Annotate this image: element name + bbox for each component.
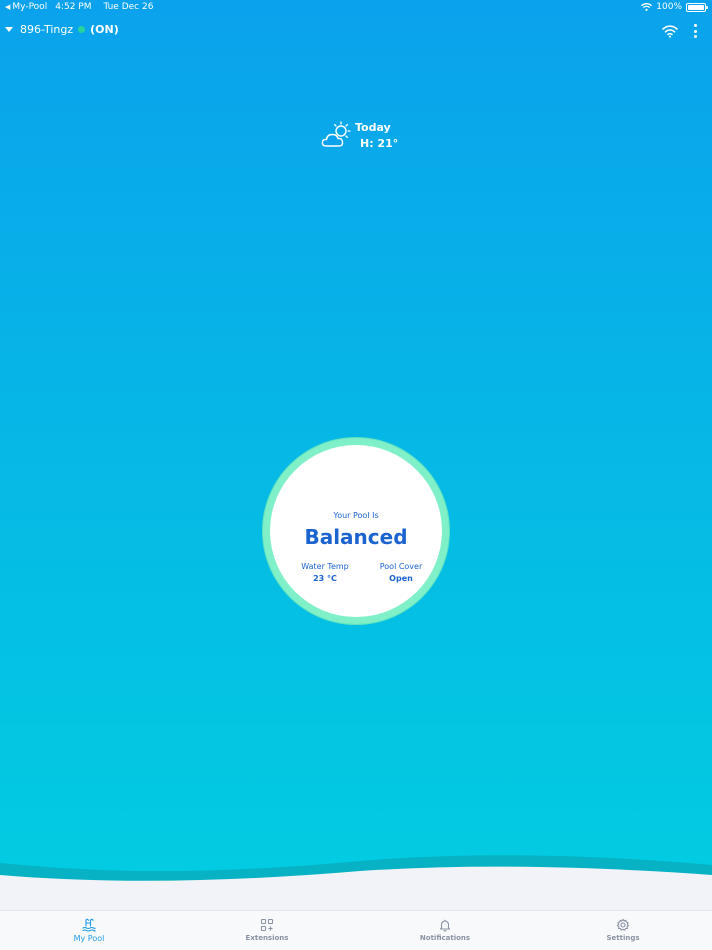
status-bar: ◀ My-Pool 4:52 PM Tue Dec 26 100% [0, 0, 712, 16]
tab-settings[interactable]: Settings [534, 911, 712, 950]
back-app-name: My-Pool [12, 2, 48, 12]
more-dot-icon [694, 35, 697, 38]
tab-extensions[interactable]: Extensions [178, 911, 356, 950]
tab-notifications[interactable]: Notifications [356, 911, 534, 950]
water-temp-value: 23 °C [313, 574, 337, 583]
device-name: 896-Tingz [20, 23, 74, 36]
more-dot-icon [694, 24, 697, 27]
tab-label: Settings [606, 934, 640, 942]
more-dot-icon [694, 29, 697, 33]
wifi-status-icon [641, 3, 653, 11]
partly-sunny-icon [321, 121, 351, 147]
weather-day: Today [355, 120, 391, 134]
more-options-button[interactable] [694, 24, 698, 38]
device-state: (ON) [90, 23, 119, 36]
app-header: 896-Tingz (ON) [0, 20, 712, 42]
wifi-button[interactable] [662, 23, 678, 38]
caret-down-icon [5, 27, 13, 32]
app-screen: ◀ My-Pool 4:52 PM Tue Dec 26 100% 896-Ti… [0, 0, 712, 950]
pool-status-caption: Your Pool Is [333, 511, 379, 520]
device-selector[interactable]: 896-Tingz (ON) [5, 23, 119, 36]
weather-text: Today H: 21° [355, 121, 398, 150]
grid-plus-icon [260, 918, 274, 932]
weather-widget[interactable]: Today H: 21° [321, 119, 398, 151]
status-time: 4:52 PM [55, 2, 92, 12]
tab-label: Extensions [245, 934, 289, 942]
water-temp-label: Water Temp [301, 562, 349, 571]
tab-my-pool[interactable]: My Pool [0, 911, 178, 950]
online-status-dot [78, 26, 86, 33]
tab-label: My Pool [73, 934, 105, 943]
back-to-app-link[interactable]: ◀ My-Pool 4:52 PM Tue Dec 26 [5, 2, 153, 12]
pool-cover-value: Open [389, 574, 413, 583]
weather-high-temp: H: 21° [360, 136, 399, 150]
pool-status-ring[interactable]: Your Pool Is Balanced Water Temp 23 °C P… [263, 438, 449, 624]
tab-label: Notifications [419, 934, 471, 942]
back-arrow-icon: ◀ [5, 3, 11, 11]
bottom-tab-bar: My Pool Extensions Notifications Setting… [0, 910, 712, 950]
pool-cover-label: Pool Cover [379, 562, 423, 571]
pool-cover-metric: Pool Cover Open [366, 562, 436, 583]
status-date: Tue Dec 26 [103, 2, 154, 12]
status-right: 100% [641, 2, 708, 12]
pool-status-card: Your Pool Is Balanced Water Temp 23 °C P… [270, 445, 442, 617]
wave-divider [0, 855, 712, 915]
battery-icon [686, 2, 708, 12]
water-temp-metric: Water Temp 23 °C [290, 562, 360, 583]
pool-status-value: Balanced [304, 525, 408, 549]
battery-percent: 100% [656, 2, 682, 12]
pool-ladder-icon [82, 918, 96, 932]
wifi-icon [662, 25, 678, 38]
gear-icon [616, 918, 630, 931]
bell-icon [439, 919, 451, 932]
